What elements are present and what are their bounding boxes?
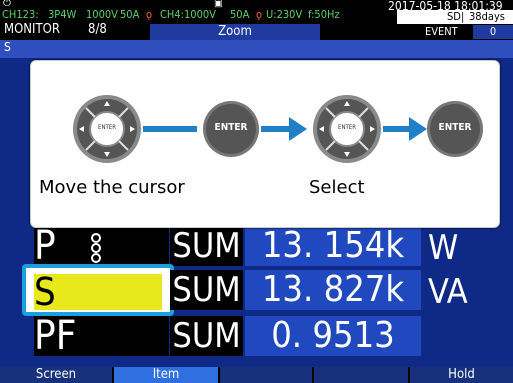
value-s: 13. 827k bbox=[245, 270, 421, 310]
caption-select: Select bbox=[309, 177, 365, 198]
strip-text-fragment: S bbox=[4, 40, 11, 54]
caption-move-cursor: Move the cursor bbox=[39, 177, 185, 198]
hold-button[interactable]: Hold bbox=[410, 367, 513, 383]
measurement-row-pf[interactable]: PF SUM 0. 9513 bbox=[0, 316, 513, 360]
status-header: ⏻ ▣ CH123: 3P4W 1000V 50A ǫ CH4:1000V 50… bbox=[0, 0, 513, 40]
screen-button[interactable]: Screen bbox=[0, 367, 112, 383]
sum-label-s: SUM bbox=[170, 270, 243, 310]
value-p: 13. 154k bbox=[245, 226, 421, 266]
function-key-4[interactable] bbox=[314, 367, 408, 383]
page-indicator: 8/8 bbox=[88, 22, 107, 37]
sum-label-pf: SUM bbox=[170, 316, 243, 356]
main-panel: S P SUM 13. 154k W S SUM 13. 827k VA PF … bbox=[0, 40, 513, 367]
function-key-bar: Screen Item Hold bbox=[0, 367, 513, 383]
row-label-s[interactable]: S bbox=[34, 273, 162, 311]
function-key-3[interactable] bbox=[220, 367, 312, 383]
item-button[interactable]: Item bbox=[114, 367, 218, 383]
measurement-row-s[interactable]: S SUM 13. 827k VA bbox=[0, 264, 513, 316]
instruction-overlay: ENTER ENTER ENTER ENTER Move the cursor … bbox=[30, 60, 500, 228]
panel-title-strip: S bbox=[0, 40, 513, 58]
mode-label: MONITOR bbox=[4, 22, 60, 37]
unit-p: W bbox=[428, 228, 459, 268]
zoom-tab[interactable]: Zoom bbox=[150, 24, 320, 40]
value-pf: 0. 9513 bbox=[245, 316, 421, 356]
clamp-sensor-icon bbox=[91, 233, 101, 263]
enter-label-key-2: ENTER bbox=[438, 122, 472, 133]
enter-label-dpad-1: ENTER bbox=[98, 124, 116, 131]
label-text-p: P bbox=[34, 223, 56, 269]
enter-label-dpad-2: ENTER bbox=[338, 124, 356, 131]
label-text-pf: PF bbox=[34, 313, 77, 359]
label-text-s: S bbox=[34, 270, 56, 314]
unit-s: VA bbox=[428, 272, 468, 312]
enter-label-key-1: ENTER bbox=[214, 122, 248, 133]
sum-label-p: SUM bbox=[170, 226, 243, 266]
row-label-pf: PF bbox=[34, 316, 169, 356]
